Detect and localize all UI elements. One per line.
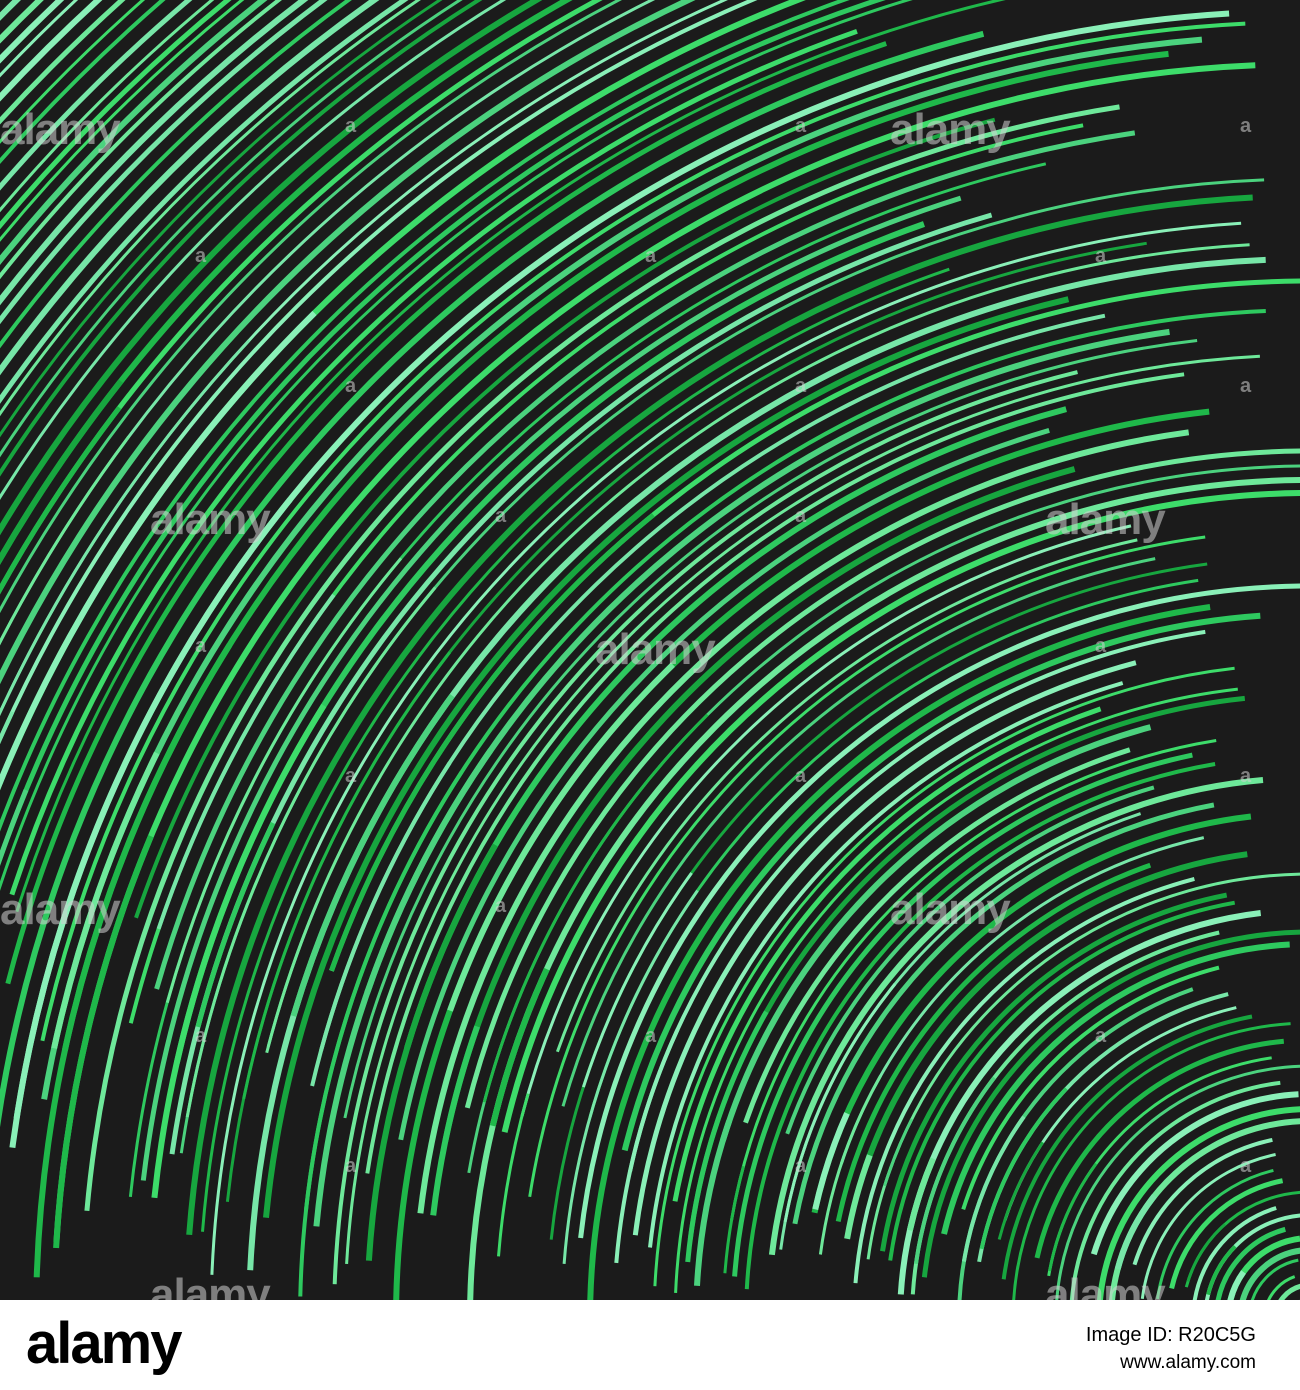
arc-stroke xyxy=(417,429,1190,1214)
arc-stroke xyxy=(1250,1258,1299,1300)
arc-stroke xyxy=(0,0,656,646)
image-id: Image ID: R20C5G xyxy=(1085,1324,1256,1346)
arc-stroke xyxy=(694,1120,732,1286)
arc-stroke xyxy=(329,278,1300,972)
arc-stroke xyxy=(0,0,166,165)
alamy-logo: alamy xyxy=(26,1311,182,1376)
arc-stroke xyxy=(1097,1106,1300,1300)
arc-stroke xyxy=(497,1093,530,1257)
arc-stroke xyxy=(588,578,1199,1118)
background-artwork xyxy=(0,0,1300,1300)
arc-stroke xyxy=(862,851,1248,1168)
arc-stroke xyxy=(1186,1223,1226,1282)
arc-stroke xyxy=(883,1118,914,1187)
concentric-arcs xyxy=(0,0,1300,1300)
site-url: www.alamy.com xyxy=(1120,1352,1256,1373)
footer-bar: alamy Image ID: R20C5G www.alamy.com xyxy=(0,1300,1300,1390)
arc-stroke xyxy=(1048,1162,1098,1272)
arc-stroke xyxy=(265,898,321,1054)
arc-stroke xyxy=(997,1141,1044,1240)
